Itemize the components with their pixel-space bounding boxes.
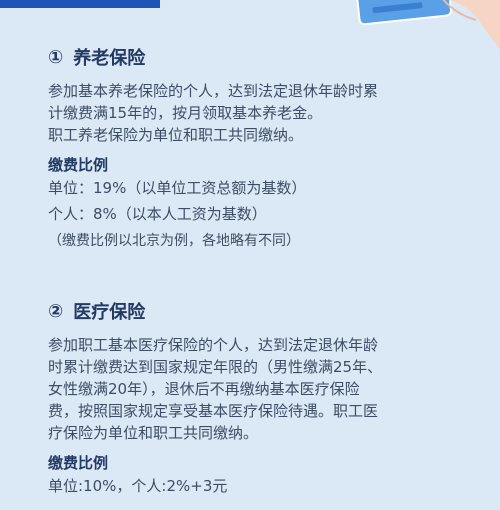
pension-rate-heading: 缴费比例 bbox=[48, 156, 109, 174]
medical-description-line: 时累计缴费达到国家规定年限的（男性缴满25年、 bbox=[48, 358, 383, 376]
pension-rate-employer: 单位：19%（以单位工资总额为基数） bbox=[48, 179, 307, 197]
medical-description-line: 参加职工基本医疗保险的个人，达到法定退休年龄 bbox=[48, 336, 379, 354]
pension-rate-note: （缴费比例以北京为例，各地略有不同） bbox=[48, 233, 300, 249]
medical-description-line: 费，按照国家规定享受基本医疗保险待遇。职工医 bbox=[48, 402, 379, 420]
medical-title: 医疗保险 bbox=[73, 302, 146, 323]
medical-rate-heading: 缴费比例 bbox=[48, 454, 109, 472]
pension-number-badge: ① bbox=[48, 46, 64, 68]
pension-description-line: 职工养老保险为单位和职工共同缴纳。 bbox=[48, 126, 304, 144]
pension-description-line: 参加基本养老保险的个人，达到法定退休年龄时累 bbox=[48, 82, 379, 100]
pension-title-row: ① 养老保险 bbox=[48, 42, 468, 72]
medical-number-badge: ② bbox=[48, 300, 64, 322]
pension-description: 参加基本养老保险的个人，达到法定退休年龄时累 计缴费满15年的，按月领取基本养老… bbox=[48, 80, 468, 146]
pension-description-line: 计缴费满15年的，按月领取基本养老金。 bbox=[48, 104, 323, 122]
pension-title: 养老保险 bbox=[73, 48, 146, 69]
medical-description-line: 女性缴满20年），退休后不再缴纳基本医疗保险 bbox=[48, 380, 360, 398]
medical-description-line: 疗保险为单位和职工共同缴纳。 bbox=[48, 424, 259, 442]
pension-insurance-section: ① 养老保险 参加基本养老保险的个人，达到法定退休年龄时累 计缴费满15年的，按… bbox=[48, 42, 468, 253]
pension-rate-employee: 个人：8%（以本人工资为基数） bbox=[48, 205, 267, 223]
medical-insurance-section: ② 医疗保险 参加职工基本医疗保险的个人，达到法定退休年龄 时累计缴费达到国家规… bbox=[48, 296, 468, 499]
medical-rate-line: 单位:10%，个人:2%+3元 bbox=[48, 477, 228, 495]
medical-title-row: ② 医疗保险 bbox=[48, 296, 468, 326]
header-band bbox=[0, 0, 160, 8]
insurance-card bbox=[355, 0, 453, 26]
medical-description: 参加职工基本医疗保险的个人，达到法定退休年龄 时累计缴费达到国家规定年限的（男性… bbox=[48, 334, 468, 444]
